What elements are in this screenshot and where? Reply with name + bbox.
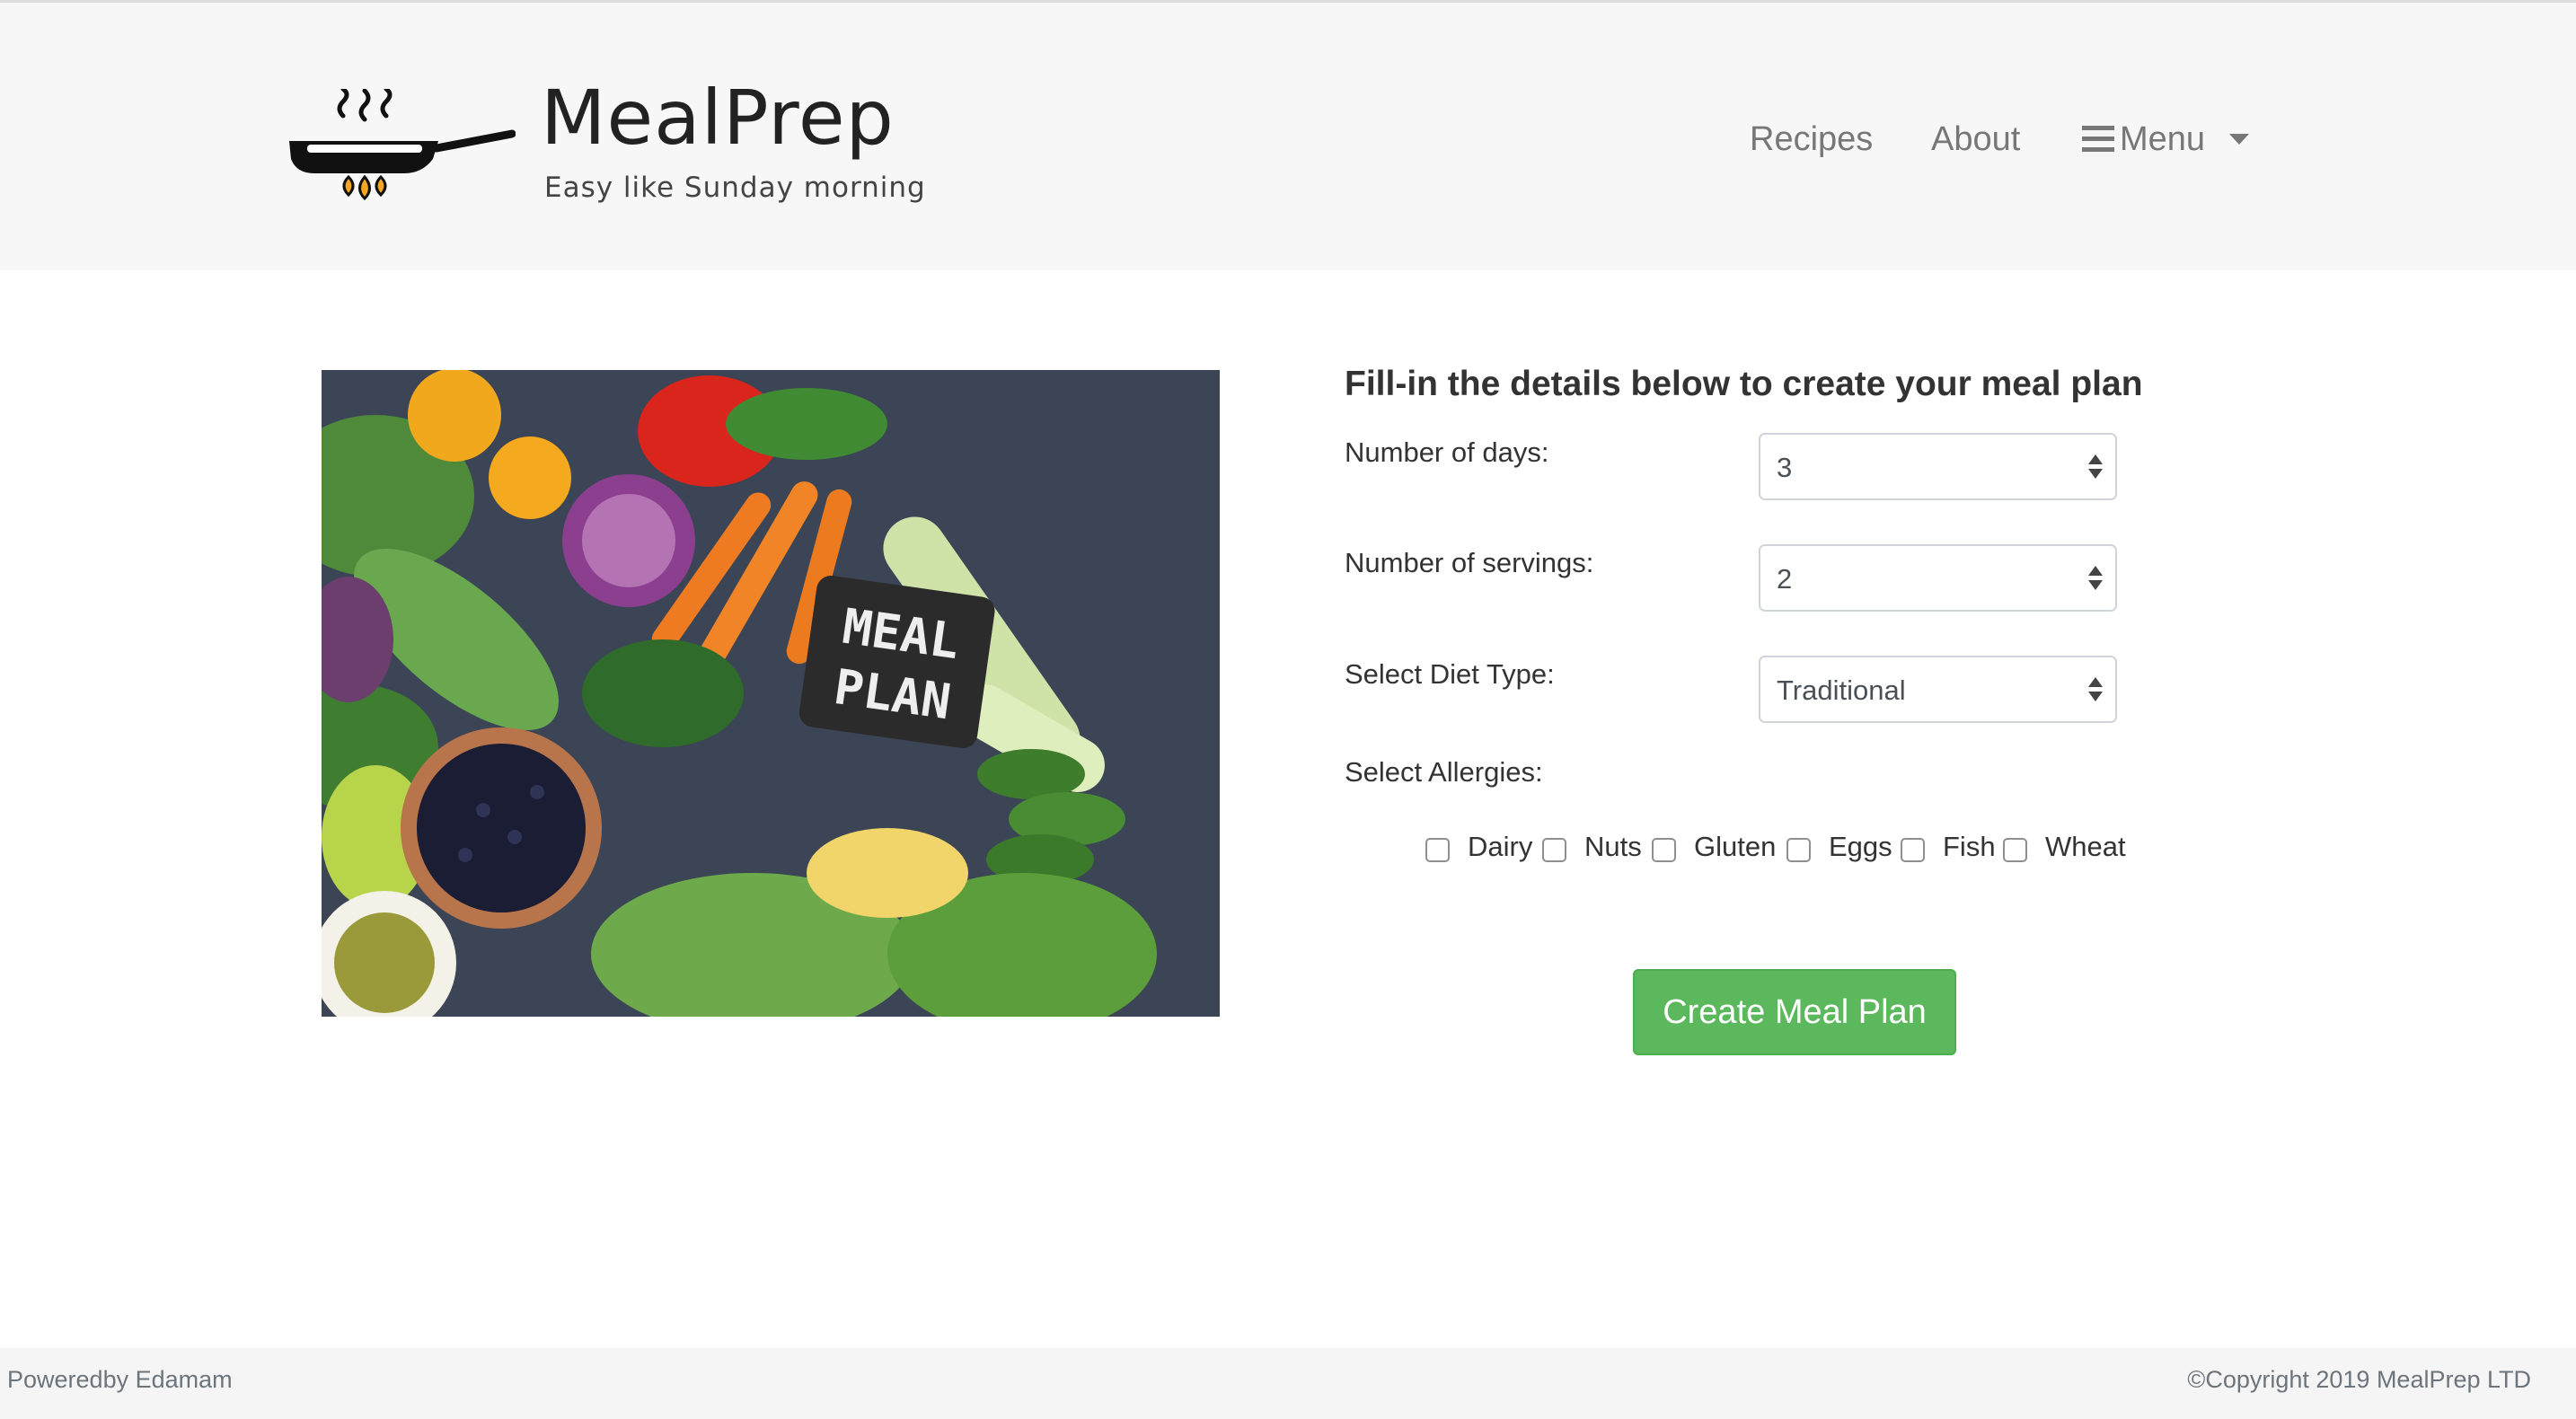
allergy-label-eggs: Eggs: [1829, 831, 1892, 862]
frying-pan-logo-icon: [289, 89, 516, 201]
allergy-label-fish: Fish: [1943, 831, 1996, 862]
brand-tagline: Easy like Sunday morning: [544, 172, 926, 204]
select-arrows-icon: [2088, 677, 2103, 704]
allergy-checkbox-group: Dairy Nuts Gluten Eggs Fish Wheat: [1425, 827, 2162, 867]
allergy-label-nuts: Nuts: [1584, 831, 1642, 862]
hamburger-icon: [2082, 126, 2114, 153]
servings-label: Number of servings:: [1345, 547, 1594, 578]
allergy-label-wheat: Wheat: [2045, 831, 2126, 862]
allergies-label: Select Allergies:: [1345, 756, 1543, 788]
spinner-arrows-icon[interactable]: [2088, 566, 2103, 593]
allergy-label-gluten: Gluten: [1694, 831, 1777, 862]
copyright-text: ©Copyright 2019 MealPrep LTD: [2187, 1366, 2531, 1393]
diet-type-value: Traditional: [1777, 674, 1906, 706]
create-meal-plan-button[interactable]: Create Meal Plan: [1633, 969, 1956, 1055]
brand-name: MealPrep: [541, 74, 895, 162]
days-number-input[interactable]: 3: [1759, 433, 2117, 500]
footer: Poweredby Edamam ©Copyright 2019 MealPre…: [0, 1348, 2576, 1419]
nav-link-recipes[interactable]: Recipes: [1750, 116, 1873, 163]
diet-type-select[interactable]: Traditional: [1759, 656, 2117, 723]
days-label: Number of days:: [1345, 436, 1549, 468]
servings-number-input[interactable]: 2: [1759, 544, 2117, 612]
nav-link-about[interactable]: About: [1931, 116, 2020, 163]
menu-label: Menu: [2120, 120, 2206, 158]
spinner-arrows-icon[interactable]: [2088, 454, 2103, 481]
checkbox-wheat[interactable]: [2003, 838, 2027, 862]
meal-plan-hero-image: MEAL PLAN: [322, 370, 1220, 1017]
navbar: MealPrep Easy like Sunday morning Recipe…: [0, 3, 2576, 270]
checkbox-nuts[interactable]: [1542, 838, 1566, 862]
caret-down-icon: [2229, 134, 2249, 145]
vegetables-illustration: MEAL PLAN: [322, 370, 1220, 1017]
allergy-label-dairy: Dairy: [1468, 831, 1533, 862]
meal-plan-form: Fill-in the details below to create your…: [1345, 360, 2153, 1079]
main-content: MEAL PLAN Fill-in the details below to c…: [0, 270, 2576, 1348]
days-value: 3: [1777, 452, 1793, 483]
diet-type-label: Select Diet Type:: [1345, 658, 1555, 690]
checkbox-dairy[interactable]: [1425, 838, 1450, 862]
powered-by-text: Poweredby Edamam: [7, 1366, 233, 1393]
checkbox-fish[interactable]: [1901, 838, 1925, 862]
form-title: Fill-in the details below to create your…: [1345, 365, 2143, 403]
checkbox-gluten[interactable]: [1652, 838, 1676, 862]
checkbox-eggs[interactable]: [1786, 838, 1811, 862]
servings-value: 2: [1777, 563, 1793, 595]
